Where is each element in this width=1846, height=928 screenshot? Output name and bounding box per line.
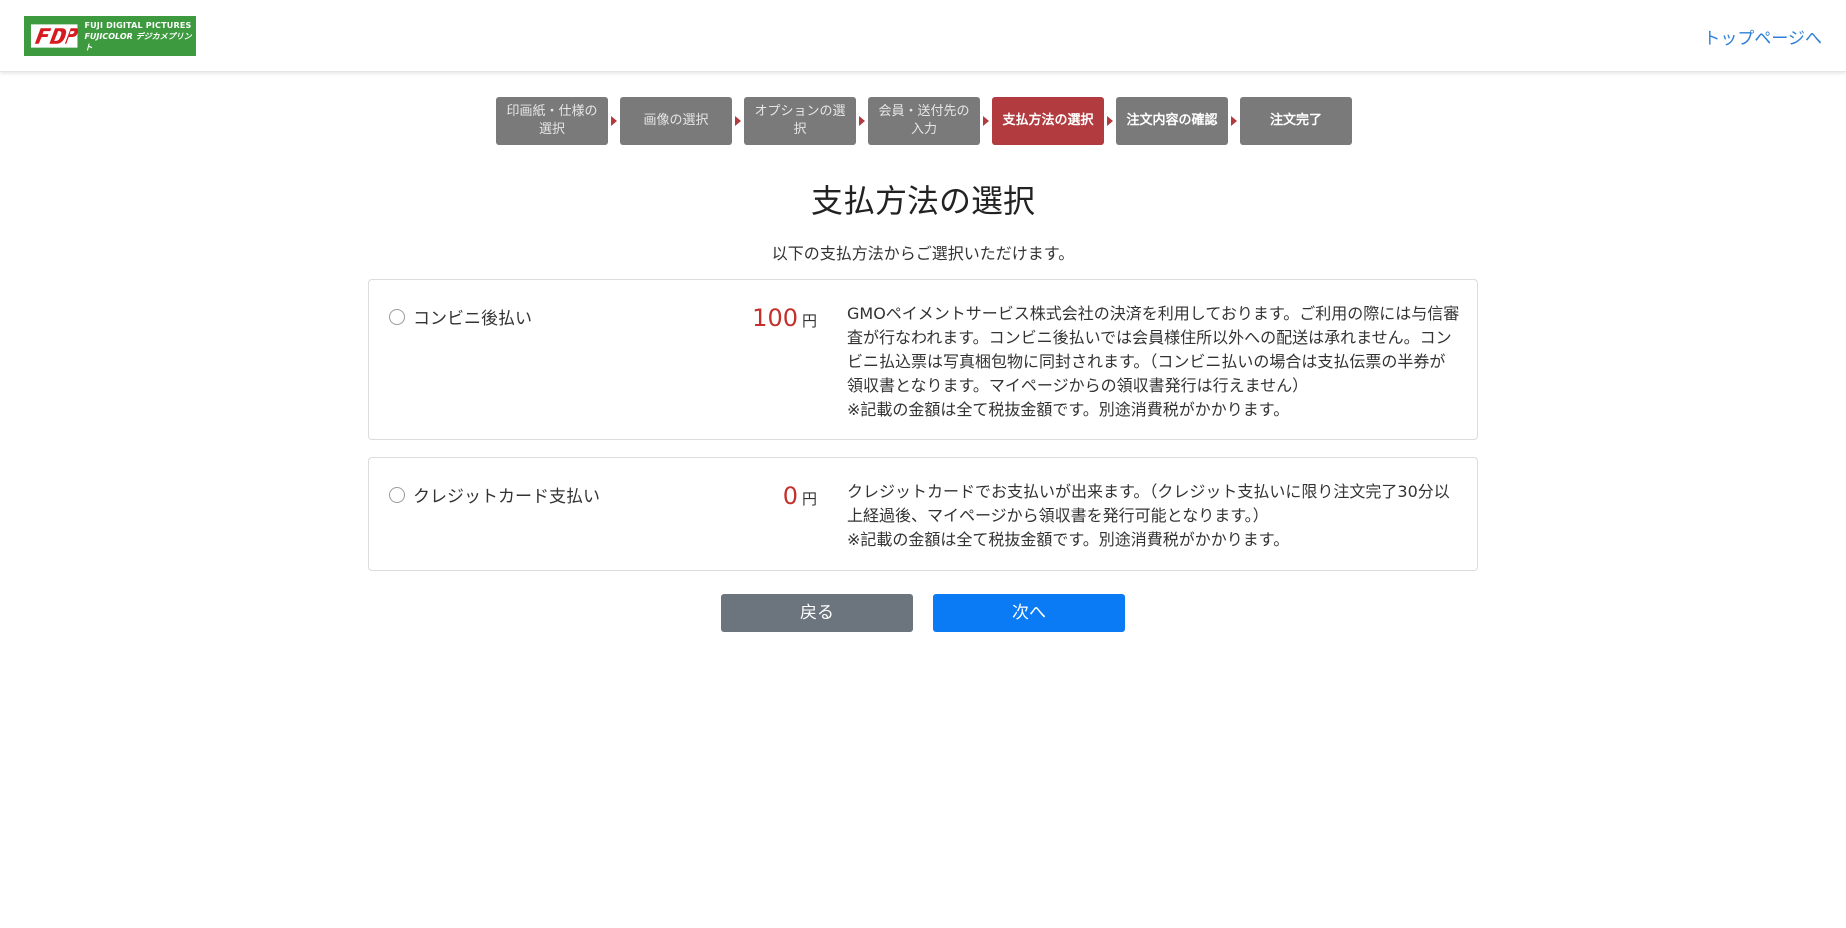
- step-arrow-icon: [1228, 97, 1240, 145]
- logo-line-2: FUJICOLOR デジカメプリント: [84, 31, 192, 52]
- price-unit: 円: [801, 490, 817, 508]
- back-button[interactable]: 戻る: [721, 594, 913, 632]
- step-arrow-icon: [1104, 97, 1116, 145]
- method-description: GMOペイメントサービス株式会社の決済を利用しております。ご利用の際には与信審査…: [847, 302, 1461, 422]
- convenience-radio-label[interactable]: コンビニ後払い: [389, 304, 532, 329]
- step-arrow-icon: [732, 97, 744, 145]
- site-header: FUJI DIGITAL PICTURES FUJICOLOR デジカメプリント…: [0, 0, 1846, 72]
- logo-text: FUJI DIGITAL PICTURES FUJICOLOR デジカメプリント: [84, 20, 196, 53]
- step-arrow-icon: [856, 97, 868, 145]
- convenience-radio[interactable]: [389, 308, 405, 325]
- method-label: コンビニ後払い: [413, 309, 532, 329]
- step-image-selection: 画像の選択: [620, 97, 732, 145]
- step-option-selection: オプションの選択: [744, 97, 856, 145]
- price-unit: 円: [801, 312, 817, 330]
- tax-note: ※記載の金額は全て税抜金額です。別途消費税がかかります。: [847, 400, 1290, 419]
- price-value: 0: [782, 482, 798, 510]
- method-description: クレジットカードでお支払いが出来ます。（クレジット支払いに限り注文完了30分以上…: [847, 480, 1461, 552]
- payment-option-convenience[interactable]: コンビニ後払い 100 円 GMOペイメントサービス株式会社の決済を利用しており…: [368, 279, 1478, 440]
- step-paper-selection: 印画紙・仕様の選択: [496, 97, 608, 145]
- method-price: 100 円: [752, 304, 817, 332]
- fdp-logo-icon: [30, 24, 79, 48]
- step-order-confirmation: 注文内容の確認: [1116, 97, 1228, 145]
- step-arrow-icon: [980, 97, 992, 145]
- method-price: 0 円: [783, 482, 817, 510]
- step-payment-selection: 支払方法の選択: [992, 97, 1104, 145]
- description-text: クレジットカードでお支払いが出来ます。（クレジット支払いに限り注文完了30分以上…: [847, 482, 1450, 525]
- credit-card-radio[interactable]: [389, 486, 405, 503]
- step-member-address: 会員・送付先の入力: [868, 97, 980, 145]
- page-subtitle: 以下の支払方法からご選択いただけます。: [771, 244, 1075, 263]
- fujicolor-logo[interactable]: FUJI DIGITAL PICTURES FUJICOLOR デジカメプリント: [24, 16, 196, 56]
- progress-steps: 印画紙・仕様の選択 画像の選択 オプションの選択 会員・送付先の入力 支払方法の…: [496, 97, 1352, 145]
- description-text: GMOペイメントサービス株式会社の決済を利用しております。ご利用の際には与信審査…: [847, 304, 1460, 395]
- payment-option-credit-card[interactable]: クレジットカード支払い 0 円 クレジットカードでお支払いが出来ます。（クレジッ…: [368, 457, 1478, 571]
- step-order-complete: 注文完了: [1240, 97, 1352, 145]
- tax-note: ※記載の金額は全て税抜金額です。別途消費税がかかります。: [847, 530, 1290, 549]
- top-page-link[interactable]: トップページへ: [1703, 24, 1822, 49]
- logo-line-1: FUJI DIGITAL PICTURES: [84, 20, 192, 30]
- credit-card-radio-label[interactable]: クレジットカード支払い: [389, 482, 600, 507]
- next-button[interactable]: 次へ: [933, 594, 1125, 632]
- page-title: 支払方法の選択: [810, 182, 1035, 220]
- step-arrow-icon: [608, 97, 620, 145]
- method-label: クレジットカード支払い: [413, 487, 600, 507]
- price-value: 100: [752, 304, 798, 332]
